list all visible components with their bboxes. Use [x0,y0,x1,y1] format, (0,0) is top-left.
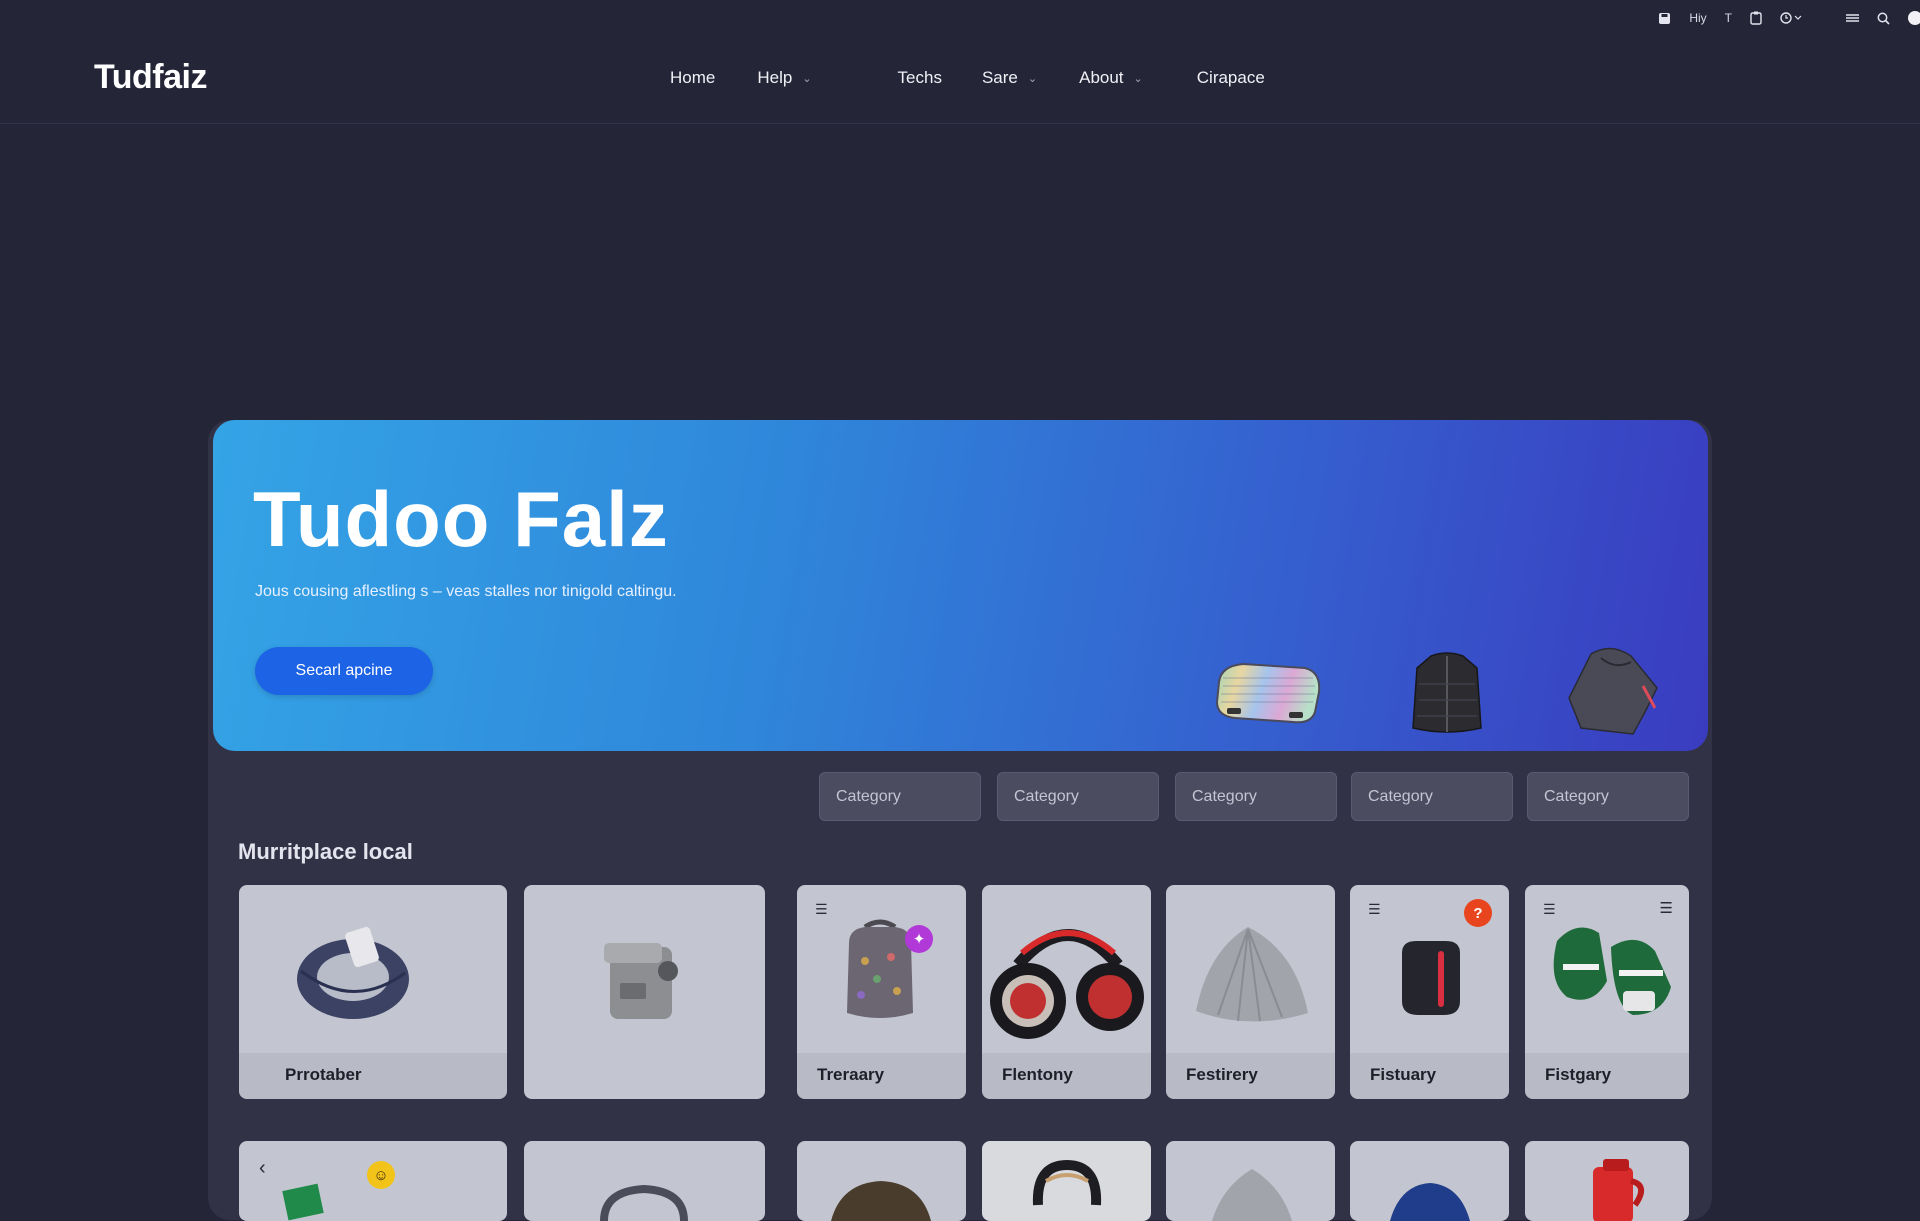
menu-icon[interactable]: ☰ [1368,901,1381,918]
product-card[interactable]: ‹ ☺ [239,1141,507,1221]
nav-label: Home [670,68,716,87]
pouch-icon [1402,941,1460,1015]
hero-title: Tudoo Falz [253,475,669,563]
category-chip[interactable]: Category [819,772,981,821]
product-card[interactable] [524,1141,765,1221]
hero-subtitle: Jous cousing aflestling s – veas stalles… [255,583,677,600]
system-toolbar: Hiy T [1658,8,1920,28]
product-card[interactable]: Prrotaber [239,885,507,1099]
card-label: Treraary [817,1065,885,1084]
camera-icon [604,943,678,1019]
chevron-down-icon: ⌄ [1027,72,1038,85]
hamburger-menu-icon[interactable] [1846,13,1859,23]
clock-dropdown-icon[interactable] [1780,12,1802,24]
knit-band-icon [297,926,409,1019]
product-card[interactable] [982,1141,1151,1221]
main-nav: Home Help ⌄ Techs Sare ⌄ About ⌄ Cirapac… [670,68,1265,88]
product-card[interactable] [1525,1141,1689,1221]
nav-techs[interactable]: Techs [898,68,942,88]
product-card[interactable] [524,885,765,1099]
product-card[interactable] [1166,1141,1335,1221]
red-mug-icon [1593,1159,1644,1221]
striped-pouch-icon [1215,662,1321,724]
nav-help[interactable]: Help ⌄ [757,68,811,88]
category-chip[interactable]: Category [1351,772,1513,821]
hero-cta-button[interactable]: Secarl apcine [255,647,433,695]
category-chip[interactable]: Category [1527,772,1689,821]
product-card[interactable]: ☰ ✦ Treraary [797,885,966,1099]
product-card[interactable]: ☰ ☰ Fistgary [1525,885,1689,1099]
clipboard-icon[interactable] [1750,11,1762,25]
category-chip[interactable]: Category [1175,772,1337,821]
carousel-prev-icon[interactable]: ‹ [259,1157,266,1180]
save-icon[interactable] [1658,12,1671,25]
product-card[interactable]: Festirery [1166,885,1335,1099]
smiley-icon: ☺ [367,1161,395,1189]
nav-label: Techs [897,68,942,87]
product-card[interactable] [1350,1141,1509,1221]
card-label: Festirery [1186,1065,1258,1084]
nav-label: Help [757,68,793,87]
nav-about[interactable]: About ⌄ [1079,68,1143,88]
mittens-icon [1553,927,1671,1015]
product-card[interactable]: Flentony [982,885,1151,1099]
profile-avatar[interactable] [1908,11,1920,25]
chevron-down-icon: ⌄ [802,72,812,85]
nav-label: Cirapace [1196,68,1265,87]
site-logo[interactable]: Tudfaiz [94,58,207,97]
card-label: Prrotaber [285,1065,362,1084]
nav-label: Sare [981,68,1018,87]
fur-hat-icon [831,1181,931,1221]
topbar-item-t[interactable]: T [1725,11,1732,25]
card-label-band [239,1053,507,1099]
nav-sare[interactable]: Sare ⌄ [982,68,1037,88]
product-card[interactable] [797,1141,966,1221]
topbar-item-hiy[interactable]: Hiy [1689,11,1706,25]
blue-hat-icon [1390,1183,1470,1221]
site-header: Tudfaiz Home Help ⌄ Techs Sare ⌄ About ⌄… [0,40,1920,124]
nav-label: About [1079,68,1124,87]
product-card[interactable]: ☰ ? Fistuary [1350,885,1509,1099]
beanie-icon [1196,927,1308,1022]
marketplace-title: Murritplace local [238,839,413,864]
headphones-icon [990,929,1144,1039]
hoodie-icon [1568,647,1658,735]
card-label: Flentony [1002,1065,1073,1084]
nav-cirapace[interactable]: Cirapace [1197,68,1265,88]
chevron-down-icon: ⌄ [1133,72,1143,85]
favorite-badge-icon[interactable]: ✦ [905,925,933,953]
jacket-icon [1412,652,1482,733]
menu-icon[interactable]: ☰ [815,901,828,918]
search-icon[interactable] [1877,12,1890,25]
category-chip[interactable]: Category [997,772,1159,821]
card-label: Fistgary [1545,1065,1612,1084]
help-badge-icon[interactable]: ? [1464,899,1492,927]
green-pack-icon [282,1183,324,1221]
hero-banner: Tudoo Falz Jous cousing aflestling s – v… [213,420,1708,751]
card-label: Fistuary [1370,1065,1437,1084]
knit-hat-icon [1212,1169,1292,1221]
kettlebell-icon [1032,1159,1102,1206]
nav-home[interactable]: Home [670,68,715,88]
bag-handle-icon [600,1184,688,1221]
